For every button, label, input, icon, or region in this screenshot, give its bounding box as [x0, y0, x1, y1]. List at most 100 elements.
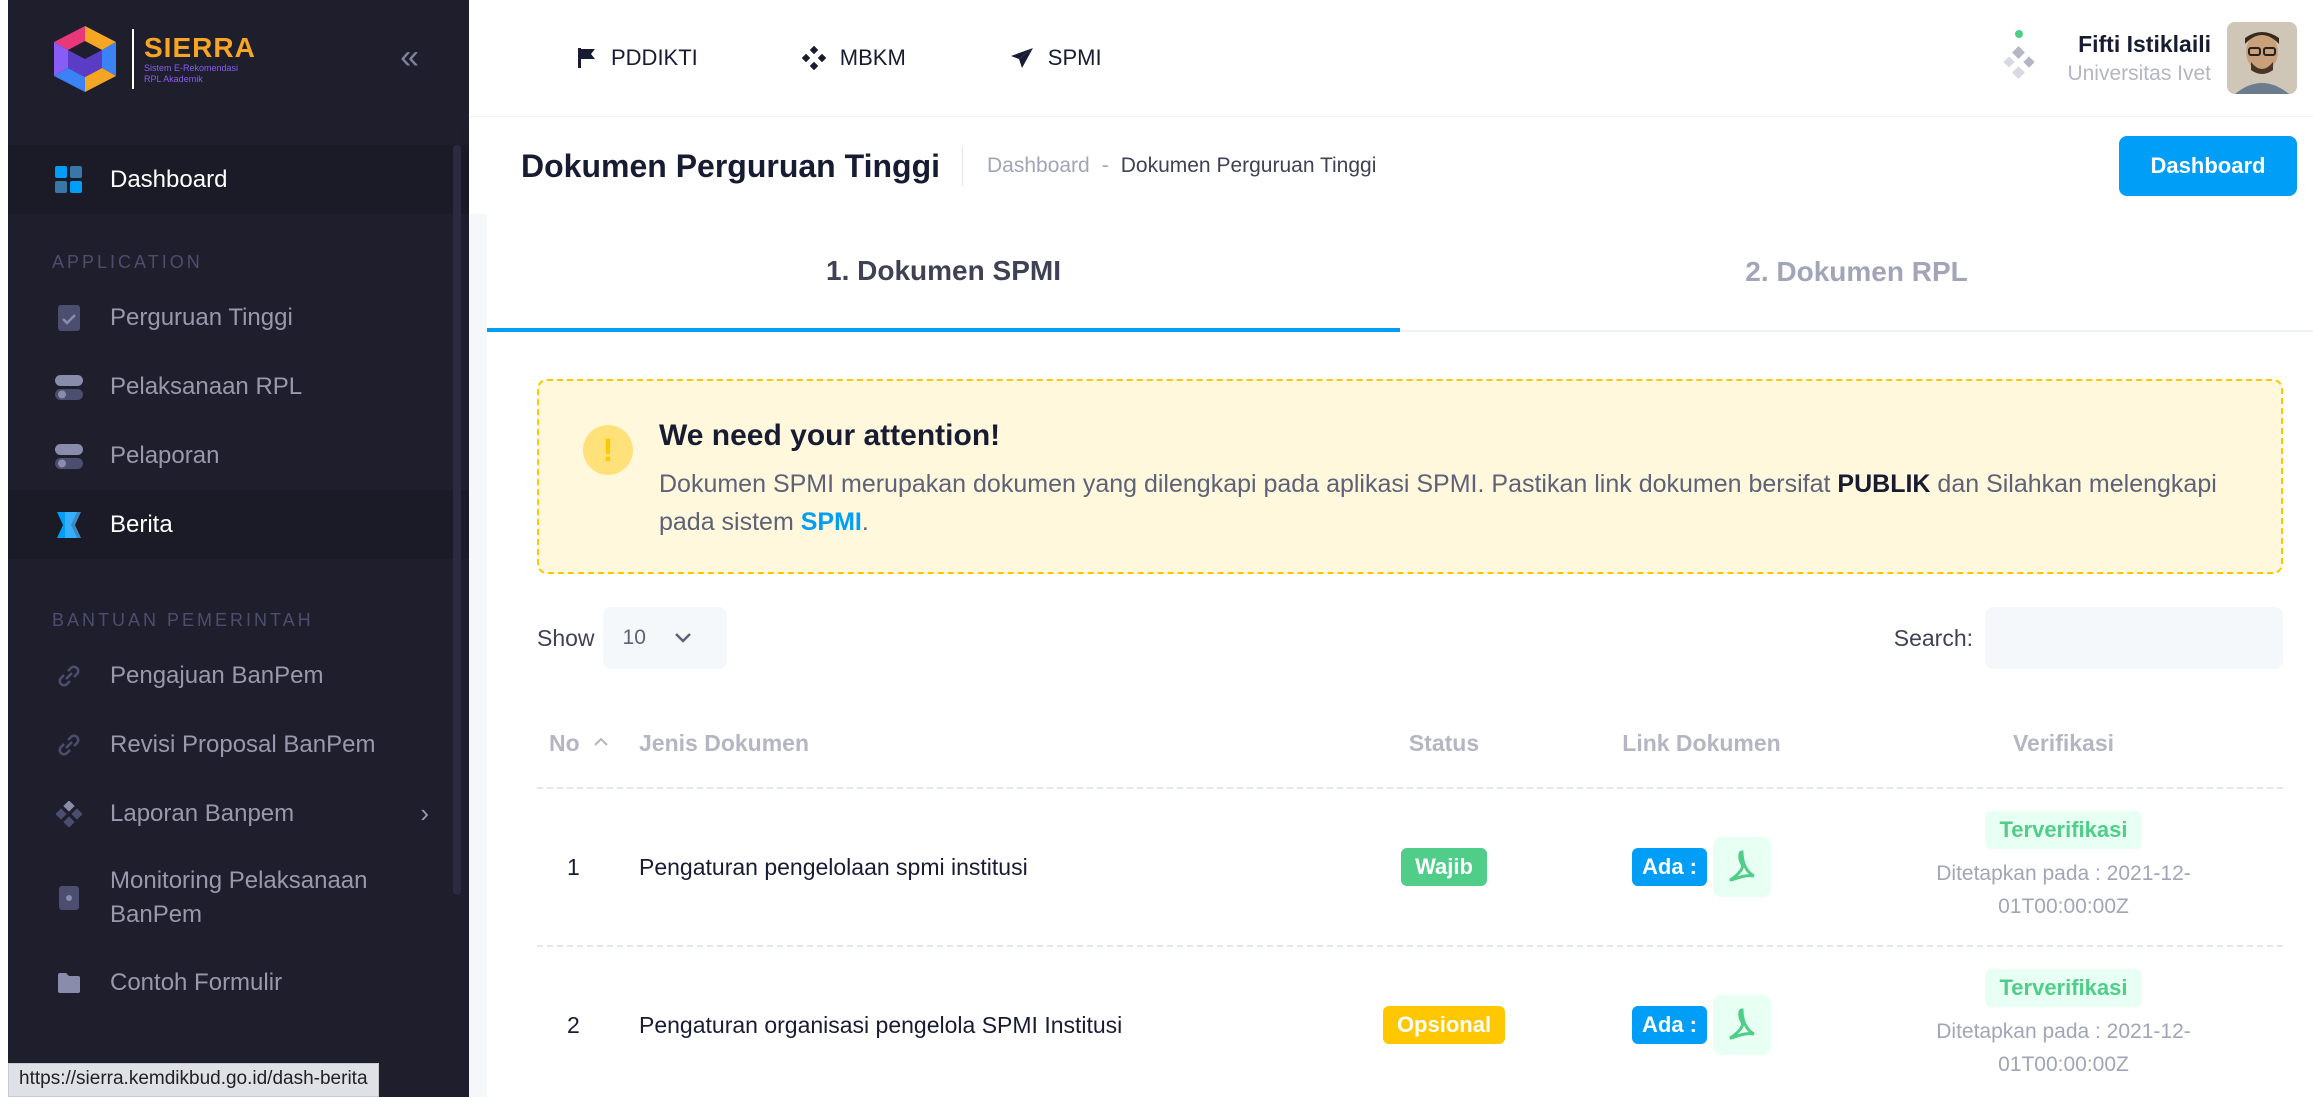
tab-dokumen-spmi[interactable]: 1. Dokumen SPMI [487, 214, 1400, 332]
breadcrumb-separator: - [1101, 154, 1109, 177]
grid-icon [54, 165, 84, 195]
row-no: 2 [567, 1011, 580, 1038]
sidebar-item-monitoring-banpem[interactable]: Monitoring Pelaksanaan BanPem [8, 848, 469, 948]
exclamation-icon: ! [583, 425, 633, 475]
page-length-value: 10 [622, 626, 646, 649]
row-verifikasi: Terverifikasi Ditetapkan pada : 2021-12-… [1844, 969, 2283, 1081]
table-row: 1 Pengaturan pengelolaan spmi institusi … [537, 789, 2283, 947]
search-input[interactable] [1985, 607, 2283, 669]
file-icon [54, 883, 84, 913]
sidebar-item-pelaporan[interactable]: Pelaporan [8, 421, 469, 490]
top-nav: PDDIKTI MBKM SPMI [577, 45, 1206, 71]
sidebar-item-label: Revisi Proposal BanPem [110, 730, 376, 758]
row-link: Ada : [1559, 995, 1844, 1055]
pdf-icon[interactable] [1713, 837, 1771, 897]
sidebar-item-label: Contoh Formulir [110, 968, 283, 996]
sidebar-item-label-line2: BanPem [110, 901, 203, 928]
page-toolbar: Dokumen Perguruan Tinggi Dashboard - Dok… [469, 118, 2313, 214]
apps-icon[interactable] [2001, 28, 2037, 88]
row-verifikasi: Terverifikasi Ditetapkan pada : 2021-12-… [1844, 811, 2283, 923]
header-no[interactable]: No [537, 730, 639, 757]
logo-subtitle-2: RPL Akademik [144, 73, 203, 84]
double-chevron-left-icon[interactable]: « [400, 40, 419, 74]
sidebar-item-perguruan-tinggi[interactable]: Perguruan Tinggi [8, 283, 469, 352]
topnav-pddikti[interactable]: PDDIKTI [577, 45, 698, 71]
user-menu[interactable]: Fifti Istiklaili Universitas Ivet [2001, 22, 2297, 94]
topnav-label: MBKM [839, 45, 906, 70]
sidebar-scrollbar[interactable] [453, 145, 461, 895]
header-no-label: No [549, 729, 580, 756]
search-label: Search: [1893, 624, 1973, 651]
section-application: APPLICATION [52, 252, 203, 272]
table-header: No Jenis Dokumen Status Link Dokumen Ver… [537, 699, 2283, 789]
sidebar-item-label: Pelaksanaan RPL [110, 372, 303, 400]
ribbon-icon [54, 510, 84, 540]
status-badge: Opsional [1382, 1006, 1506, 1044]
sidebar-item-pelaksanaan-rpl[interactable]: Pelaksanaan RPL [8, 352, 469, 421]
row-status: Wajib [1329, 848, 1559, 886]
row-status: Opsional [1329, 1006, 1559, 1044]
sidebar-item-label: Berita [110, 510, 173, 538]
sidebar-item-laporan-banpem[interactable]: Laporan Banpem › [8, 779, 469, 848]
verified-date-line2: 01T00:00:00Z [1998, 895, 2129, 918]
dashboard-button[interactable]: Dashboard [2119, 136, 2297, 196]
sidebar-item-berita[interactable]: Berita [8, 490, 469, 559]
row-jenis-dokumen: Pengaturan pengelolaan spmi institusi [639, 853, 1028, 880]
breadcrumb-current: Dokumen Perguruan Tinggi [1120, 154, 1377, 177]
show-label: Show [537, 624, 595, 651]
breadcrumb: Dashboard - Dokumen Perguruan Tinggi [987, 154, 1376, 178]
breadcrumb-dashboard[interactable]: Dashboard [987, 154, 1090, 178]
status-bar-url: https://sierra.kemdikbud.go.id/dash-beri… [8, 1063, 379, 1097]
chevron-right-icon[interactable]: › [420, 798, 429, 829]
topnav-mbkm[interactable]: MBKM [801, 45, 906, 71]
header-verifikasi[interactable]: Verifikasi [1844, 730, 2283, 757]
sidebar-item-label: Monitoring Pelaksanaan BanPem [110, 864, 368, 932]
header-link-dokumen[interactable]: Link Dokumen [1559, 730, 1844, 757]
user-name: Fifti Istiklaili [2078, 30, 2211, 57]
toggle-icon [54, 441, 84, 471]
pdf-icon[interactable] [1713, 995, 1771, 1055]
logo-text: SIERRA Sistem E-Rekomendasi RPL Akademik [132, 28, 256, 89]
documents-table: No Jenis Dokumen Status Link Dokumen Ver… [537, 699, 2283, 1097]
topnav-spmi[interactable]: SPMI [1010, 45, 1102, 71]
verified-date-line1: Ditetapkan pada : 2021-12- [1936, 1020, 2191, 1043]
verified-date: Ditetapkan pada : 2021-12- 01T00:00:00Z [1914, 857, 2214, 923]
sidebar-item-label: Perguruan Tinggi [110, 303, 293, 331]
logo-subtitle-1: Sistem E-Rekomendasi [144, 62, 239, 73]
sidebar-item-dashboard[interactable]: Dashboard [8, 145, 469, 214]
avatar[interactable] [2227, 22, 2297, 94]
sidebar-item-revisi-proposal-banpem[interactable]: Revisi Proposal BanPem [8, 710, 469, 779]
table-row: 2 Pengaturan organisasi pengelola SPMI I… [537, 947, 2283, 1097]
sierra-logo-icon[interactable] [52, 24, 118, 94]
alert-title: We need your attention! [659, 419, 1001, 452]
sort-asc-icon [593, 734, 608, 752]
link-badge: Ada : [1632, 1006, 1707, 1044]
page-length-control: Show 10 [537, 607, 727, 669]
verified-date-line2: 01T00:00:00Z [1998, 1053, 2129, 1076]
sidebar-item-label: Pengajuan BanPem [110, 661, 324, 689]
verified-badge: Terverifikasi [1985, 969, 2142, 1007]
sidebar: SIERRA Sistem E-Rekomendasi RPL Akademik… [8, 0, 469, 1097]
sidebar-item-label: Pelaporan [110, 441, 220, 469]
page-title: Dokumen Perguruan Tinggi [521, 146, 963, 186]
tab-dokumen-rpl[interactable]: 2. Dokumen RPL [1400, 214, 2313, 330]
user-info: Fifti Istiklaili Universitas Ivet [2067, 31, 2211, 86]
alert-spmi-link[interactable]: SPMI [801, 508, 862, 536]
sidebar-item-label: Laporan Banpem [110, 799, 295, 827]
user-org: Universitas Ivet [2067, 61, 2211, 85]
link-icon [54, 730, 84, 760]
alert-text-1: Dokumen SPMI merupakan dokumen yang dile… [659, 470, 1838, 498]
alert-text-bold: PUBLIK [1837, 470, 1931, 498]
sidebar-item-pengajuan-banpem[interactable]: Pengajuan BanPem [8, 641, 469, 710]
link-badge: Ada : [1632, 848, 1707, 886]
folder-icon [54, 968, 84, 998]
header-status[interactable]: Status [1329, 730, 1559, 757]
alert-text-end: . [861, 508, 869, 536]
verified-date: Ditetapkan pada : 2021-12- 01T00:00:00Z [1914, 1015, 2214, 1081]
header-jenis-dokumen[interactable]: Jenis Dokumen [639, 730, 1329, 757]
row-jenis-dokumen: Pengaturan organisasi pengelola SPMI Ins… [639, 1011, 1123, 1038]
sidebar-header: SIERRA Sistem E-Rekomendasi RPL Akademik… [8, 0, 469, 117]
sidebar-item-contoh-formulir[interactable]: Contoh Formulir [8, 948, 469, 1017]
page-length-select[interactable]: 10 [602, 607, 727, 669]
diamond-dots-icon [54, 799, 84, 829]
